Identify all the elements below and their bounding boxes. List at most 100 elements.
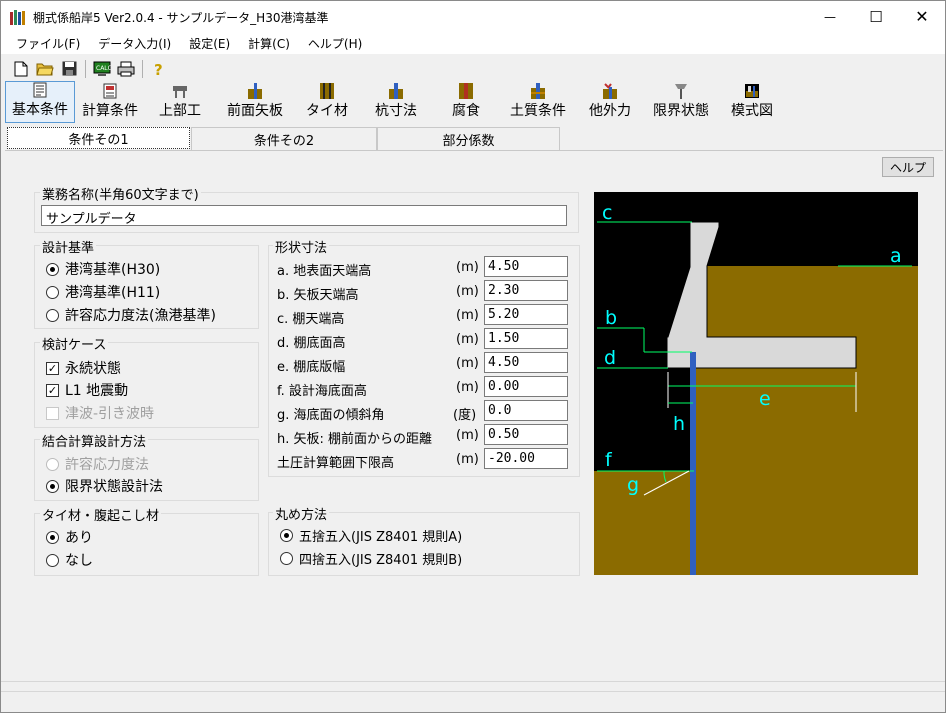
tb-basic-conditions[interactable]: 基本条件 (5, 81, 75, 123)
tab-partial-factors[interactable]: 部分係数 (377, 127, 560, 150)
tb-schematic-label: 模式図 (731, 103, 773, 119)
standard-allowable-radio[interactable]: 許容応力度法(漁港基準) (46, 305, 216, 325)
radio-selected-icon (46, 530, 59, 544)
tb-pile-dimension[interactable]: 杭寸法 (359, 81, 433, 123)
dim-b-input[interactable]: 2.30 (484, 280, 568, 301)
tb-calc-conditions[interactable]: 計算条件 (75, 81, 145, 123)
diagram-label-h: h (673, 413, 685, 435)
dim-f-label: f. 設計海底面高 (277, 384, 367, 399)
tb-front-sheet-pile[interactable]: 前面矢板 (215, 81, 295, 123)
close-button[interactable]: ✕ (899, 1, 945, 32)
diagram-label-c: c (602, 202, 612, 224)
schematic-icon (745, 84, 759, 98)
corrosion-icon (459, 83, 473, 99)
dim-row-lower-limit: 土圧計算範囲下限高 (m) -20.00 (269, 448, 581, 471)
tb-schematic[interactable]: 模式図 (719, 81, 785, 123)
case-permanent-checkbox[interactable]: ✓ 永続状態 (46, 358, 121, 378)
tb-pile-dimension-label: 杭寸法 (375, 103, 417, 119)
tie-no-radio[interactable]: なし (46, 550, 93, 570)
print-button[interactable] (116, 59, 136, 79)
rounding-rule-b-label: 四捨五入(JIS Z8401 規則B) (299, 553, 463, 568)
tab-conditions-1[interactable]: 条件その1 (7, 127, 190, 149)
dim-f-input[interactable]: 0.00 (484, 376, 568, 397)
minimize-button[interactable]: — (807, 1, 853, 32)
check-cases-group: 検討ケース ✓ 永続状態 ✓ L1 地震動 津波-引き波時 (34, 334, 259, 428)
dim-row-e: e. 棚底版幅 (m) 4.50 (269, 352, 581, 375)
standard-h30-radio[interactable]: 港湾基準(H30) (46, 259, 160, 279)
dim-e-input[interactable]: 4.50 (484, 352, 568, 373)
combined-method-group: 結合計算設計方法 許容応力度法 限界状態設計法 (34, 431, 259, 501)
combined-limit-state-radio[interactable]: 限界状態設計法 (46, 476, 163, 496)
toolbar-separator (142, 59, 143, 78)
save-icon (62, 61, 76, 76)
backfill-soil (694, 266, 918, 575)
tb-corrosion[interactable]: 腐食 (433, 81, 499, 123)
tb-external-force-label: 他外力 (589, 103, 631, 119)
radio-icon (46, 308, 59, 322)
tb-calc-conditions-label: 計算条件 (82, 103, 138, 119)
tie-yes-radio[interactable]: あり (46, 527, 93, 547)
case-tsunami-checkbox[interactable]: 津波-引き波時 (46, 403, 154, 423)
save-button[interactable] (59, 59, 79, 79)
dim-e-label: e. 棚底版幅 (277, 360, 346, 375)
dim-a-input[interactable]: 4.50 (484, 256, 568, 277)
project-name-title: 業務名称(半角60文字まで) (40, 184, 201, 203)
tb-limit-state[interactable]: 限界状態 (643, 81, 719, 123)
checkbox-icon (46, 406, 59, 420)
tb-superstructure[interactable]: 上部工 (145, 81, 215, 123)
menu-help[interactable]: ヘルプ(H) (299, 32, 371, 54)
check-cases-title: 検討ケース (40, 334, 109, 353)
case-l1-seismic-checkbox[interactable]: ✓ L1 地震動 (46, 380, 128, 400)
tb-tie-rod-label: タイ材 (306, 103, 348, 119)
dim-d-input[interactable]: 1.50 (484, 328, 568, 349)
menu-file[interactable]: ファイル(F) (7, 32, 89, 54)
pile-dimension-icon (389, 83, 403, 99)
minimize-icon: — (824, 9, 836, 24)
window-title: 棚式係船岸5 Ver2.0.4 - サンプルデータ_H30港湾基準 (33, 11, 329, 25)
dim-b-unit: (m) (456, 284, 479, 299)
dim-h-input[interactable]: 0.50 (484, 424, 568, 445)
print-icon (117, 61, 135, 76)
tb-soil-conditions[interactable]: 土質条件 (499, 81, 577, 123)
menu-settings[interactable]: 設定(E) (180, 32, 239, 54)
diagram-label-e: e (759, 388, 771, 410)
dim-lower-limit-input[interactable]: -20.00 (484, 448, 568, 469)
dim-c-input[interactable]: 5.20 (484, 304, 568, 325)
tie-rod-group: タイ材・腹起こし材 あり なし (34, 505, 259, 576)
menu-bar: ファイル(F) データ入力(I) 設定(E) 計算(C) ヘルプ(H) (1, 32, 945, 54)
dim-row-c: c. 棚天端高 (m) 5.20 (269, 304, 581, 327)
combined-allowable-radio[interactable]: 許容応力度法 (46, 454, 149, 474)
case-tsunami-label: 津波-引き波時 (65, 406, 155, 422)
standard-h11-radio[interactable]: 港湾基準(H11) (46, 282, 160, 302)
calc-conditions-icon (103, 83, 117, 99)
diagram-label-d: d (604, 347, 616, 369)
menu-data-input[interactable]: データ入力(I) (89, 32, 180, 54)
rounding-group: 丸め方法 五捨五入(JIS Z8401 規則A) 四捨五入(JIS Z8401 … (268, 504, 580, 576)
title-bar: 棚式係船岸5 Ver2.0.4 - サンプルデータ_H30港湾基準 — ☐ ✕ (1, 1, 945, 32)
seabed-soil (594, 471, 694, 575)
dim-row-h: h. 矢板: 棚前面からの距離 (m) 0.50 (269, 424, 581, 447)
open-folder-button[interactable] (35, 59, 55, 79)
tb-limit-state-label: 限界状態 (653, 103, 709, 119)
case-permanent-label: 永続状態 (65, 361, 121, 377)
project-name-input[interactable]: サンプルデータ (41, 205, 567, 227)
calc-button[interactable]: CALC (92, 59, 112, 79)
rounding-rule-a-radio[interactable]: 五捨五入(JIS Z8401 規則A) (280, 526, 462, 545)
dim-b-label: b. 矢板天端高 (277, 288, 359, 303)
section-diagram: c a b d e h f g (594, 192, 918, 575)
design-standard-title: 設計基準 (40, 237, 97, 256)
menu-calculate[interactable]: 計算(C) (239, 32, 299, 54)
dimensions-title: 形状寸法 (273, 237, 330, 256)
rounding-rule-b-radio[interactable]: 四捨五入(JIS Z8401 規則B) (280, 549, 462, 568)
dim-row-d: d. 棚底面高 (m) 1.50 (269, 328, 581, 351)
help-toolbar-button[interactable]: ? (149, 59, 169, 79)
dim-h-label: h. 矢板: 棚前面からの距離 (277, 432, 433, 447)
tb-basic-conditions-label: 基本条件 (12, 102, 68, 118)
tab-conditions-2[interactable]: 条件その2 (191, 127, 377, 150)
maximize-button[interactable]: ☐ (853, 1, 899, 32)
new-file-button[interactable] (11, 59, 31, 79)
dim-g-input[interactable]: 0.0 (484, 400, 568, 421)
tb-external-force[interactable]: 他外力 (577, 81, 643, 123)
tb-tie-rod[interactable]: タイ材 (295, 81, 359, 123)
help-button[interactable]: ヘルプ (882, 157, 934, 177)
